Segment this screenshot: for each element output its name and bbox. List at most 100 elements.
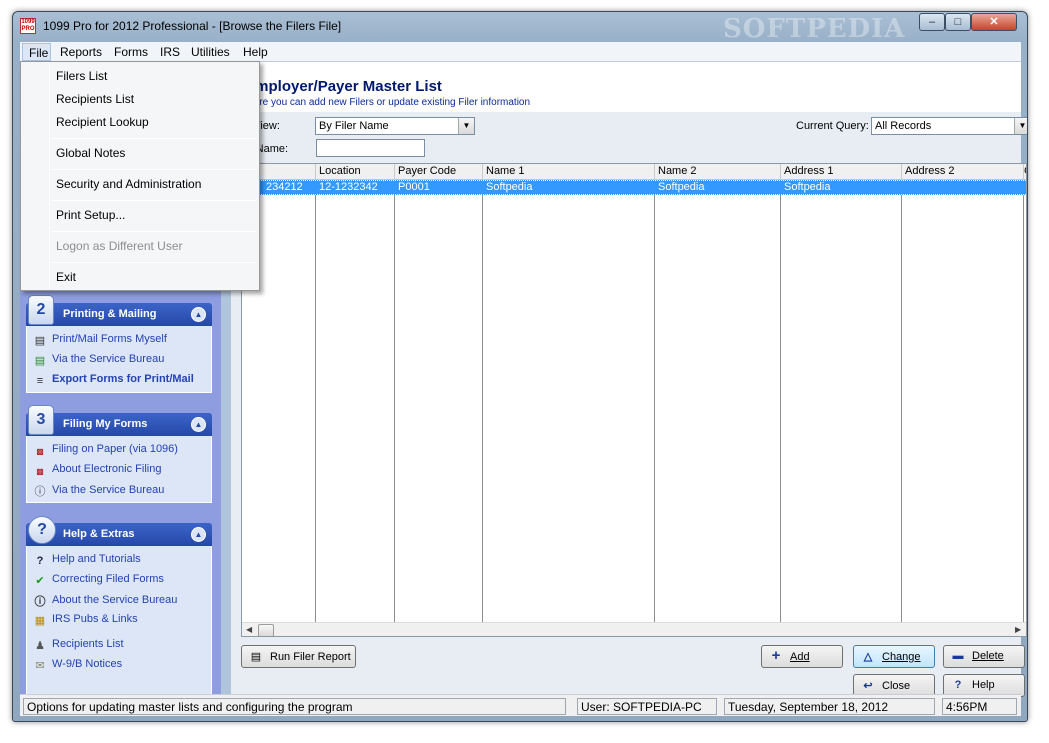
menu-item-filers-list[interactable]: Filers List xyxy=(56,69,107,83)
sidebar-item-filing-paper[interactable]: ▩ Filing on Paper (via 1096) xyxy=(32,443,178,459)
sidebar-item-electronic-filing[interactable]: ▩ About Electronic Filing xyxy=(32,463,161,479)
printing-mailing-body: ▤ Print/Mail Forms Myself ▤ Via the Servic… xyxy=(26,326,212,393)
menu-separator xyxy=(51,262,257,263)
column-header-location[interactable]: Location xyxy=(316,164,395,180)
menu-help[interactable]: Help xyxy=(243,45,268,59)
chevron-down-icon[interactable]: ▼ xyxy=(1014,118,1027,134)
delete-button[interactable]: ▬ Delete xyxy=(943,645,1025,668)
search-name-input[interactable] xyxy=(316,139,425,157)
close-label: Close xyxy=(882,680,911,692)
run-filer-report-button[interactable]: ▤ Run Filer Report xyxy=(241,645,356,668)
menu-forms[interactable]: Forms xyxy=(114,45,148,59)
sidebar-item-label: Help and Tutorials xyxy=(52,553,141,565)
column-header-name1[interactable]: Name 1 xyxy=(483,164,655,180)
printer-icon: ▤ xyxy=(250,651,262,663)
menu-separator xyxy=(51,138,257,139)
horizontal-scrollbar[interactable]: ◀ ▶ xyxy=(242,622,1026,636)
menu-item-recipient-lookup[interactable]: Recipient Lookup xyxy=(56,115,149,129)
sidebar-item-label: Export Forms for Print/Mail xyxy=(52,373,194,385)
printing-mailing-header[interactable]: 2 Printing & Mailing ▲ xyxy=(26,295,212,326)
status-time: 4:56PM xyxy=(942,698,1017,715)
run-filer-report-label: Run Filer Report xyxy=(270,651,351,663)
info-icon: ⓘ xyxy=(34,486,46,498)
question-icon: ? xyxy=(36,555,44,567)
plus-icon: + xyxy=(771,647,781,664)
menu-file[interactable]: File xyxy=(22,43,51,61)
menu-irs[interactable]: IRS xyxy=(160,45,180,59)
status-date: Tuesday, September 18, 2012 xyxy=(724,698,935,715)
sidebar-item-print-mail-forms[interactable]: ▤ Print/Mail Forms Myself xyxy=(32,333,167,349)
sidebar-item-irs-pubs[interactable]: ▦ IRS Pubs & Links xyxy=(32,613,138,629)
sidebar-item-label: Recipients List xyxy=(52,638,124,650)
sidebar-item-recipients-list[interactable]: ♟ Recipients List xyxy=(32,638,124,654)
sidebar-item-label: W-9/B Notices xyxy=(52,658,123,670)
scroll-right-icon[interactable]: ▶ xyxy=(1015,625,1021,634)
menu-item-security-administration[interactable]: Security and Administration xyxy=(56,177,201,191)
app-icon: 1099 PRO xyxy=(20,18,36,34)
sidebar-item-w9b-notices[interactable]: ✉ W-9/B Notices xyxy=(32,658,122,674)
column-divider xyxy=(901,180,902,622)
filing-forms-header[interactable]: 3 Filing My Forms ▲ xyxy=(26,405,212,436)
sidebar-item-label: IRS Pubs & Links xyxy=(52,613,138,625)
question-circle-icon: ⓘ xyxy=(34,596,46,608)
menu-utilities[interactable]: Utilities xyxy=(191,45,230,59)
help-label: Help xyxy=(972,679,995,691)
change-button[interactable]: △ Change xyxy=(853,645,935,668)
menu-bar: File Reports Forms IRS Utilities Help xyxy=(20,42,1021,62)
sidebar-item-label: Via the Service Bureau xyxy=(52,353,165,365)
help-extras-header[interactable]: ? Help & Extras ▲ xyxy=(26,516,212,546)
sidebar-item-correcting-forms[interactable]: ✔ Correcting Filed Forms xyxy=(32,573,163,589)
add-button[interactable]: + Add xyxy=(761,645,843,668)
menu-item-exit[interactable]: Exit xyxy=(56,270,76,284)
status-message: Options for updating master lists and co… xyxy=(23,698,566,715)
sidebar-item-help-tutorials[interactable]: ? Help and Tutorials xyxy=(32,553,141,569)
column-divider xyxy=(780,180,781,622)
column-header-address2[interactable]: Address 2 xyxy=(902,164,1024,180)
column-divider xyxy=(315,180,316,622)
column-header-address1[interactable]: Address 1 xyxy=(781,164,902,180)
minimize-button[interactable]: – xyxy=(919,13,945,31)
current-query-label: Current Query: xyxy=(796,120,869,132)
table-cell-payer-code: P0001 xyxy=(398,181,430,193)
help-question-icon: ? xyxy=(28,516,56,544)
scroll-thumb[interactable] xyxy=(258,624,274,636)
column-divider xyxy=(1023,180,1024,622)
people-icon: ♟ xyxy=(35,640,45,652)
scroll-left-icon[interactable]: ◀ xyxy=(246,625,252,634)
step-3-icon: 3 xyxy=(28,405,54,435)
sidebar-item-service-bureau[interactable]: ▤ Via the Service Bureau xyxy=(32,353,165,369)
current-view-value: By Filer Name xyxy=(319,120,389,132)
current-view-select[interactable]: By Filer Name ▼ xyxy=(315,117,475,135)
table-cell-location: 12-1232342 xyxy=(319,181,378,193)
help-extras-body: ? Help and Tutorials ✔ Correcting Filed Fo… xyxy=(26,546,212,702)
printer-icon: ▤ xyxy=(34,335,46,347)
collapse-chevron-icon[interactable]: ▲ xyxy=(191,307,206,322)
menu-item-recipients-list[interactable]: Recipients List xyxy=(56,92,134,106)
maximize-button[interactable]: □ xyxy=(945,13,971,31)
table-cell-address1: Softpedia xyxy=(784,181,831,193)
add-label: Add xyxy=(790,651,810,663)
minus-icon: ▬ xyxy=(952,650,964,662)
column-divider xyxy=(654,180,655,622)
column-header-name2[interactable]: Name 2 xyxy=(655,164,781,180)
title-bar[interactable]: 1099 PRO 1099 Pro for 2012 Professional … xyxy=(13,12,1027,44)
step-2-icon: 2 xyxy=(28,295,54,325)
sidebar-item-label: Filing on Paper (via 1096) xyxy=(52,443,178,455)
menu-item-print-setup[interactable]: Print Setup... xyxy=(56,208,125,222)
menu-item-global-notes[interactable]: Global Notes xyxy=(56,146,125,160)
filing-forms-body: ▩ Filing on Paper (via 1096) ▩ About Elect… xyxy=(26,436,212,503)
menu-reports[interactable]: Reports xyxy=(60,45,102,59)
current-query-select[interactable]: All Records ▼ xyxy=(871,117,1027,135)
form-1096-icon: ▩ xyxy=(36,447,44,456)
column-header-payer-code[interactable]: Payer Code xyxy=(395,164,483,180)
table-cell-name1: Softpedia xyxy=(486,181,533,193)
collapse-chevron-icon[interactable]: ▲ xyxy=(191,417,206,432)
column-header-overflow[interactable]: C xyxy=(1024,164,1026,180)
sidebar-item-service-bureau-filing[interactable]: ⓘ Via the Service Bureau xyxy=(32,483,165,499)
sidebar-item-export-forms[interactable]: ≡ Export Forms for Print/Mail xyxy=(32,373,194,389)
collapse-chevron-icon[interactable]: ▲ xyxy=(191,527,206,542)
close-window-button[interactable]: ✕ xyxy=(971,13,1017,31)
menu-gutter xyxy=(49,64,50,288)
chevron-down-icon[interactable]: ▼ xyxy=(458,118,474,134)
sidebar-item-about-service-bureau[interactable]: ⓘ About the Service Bureau xyxy=(32,593,178,609)
